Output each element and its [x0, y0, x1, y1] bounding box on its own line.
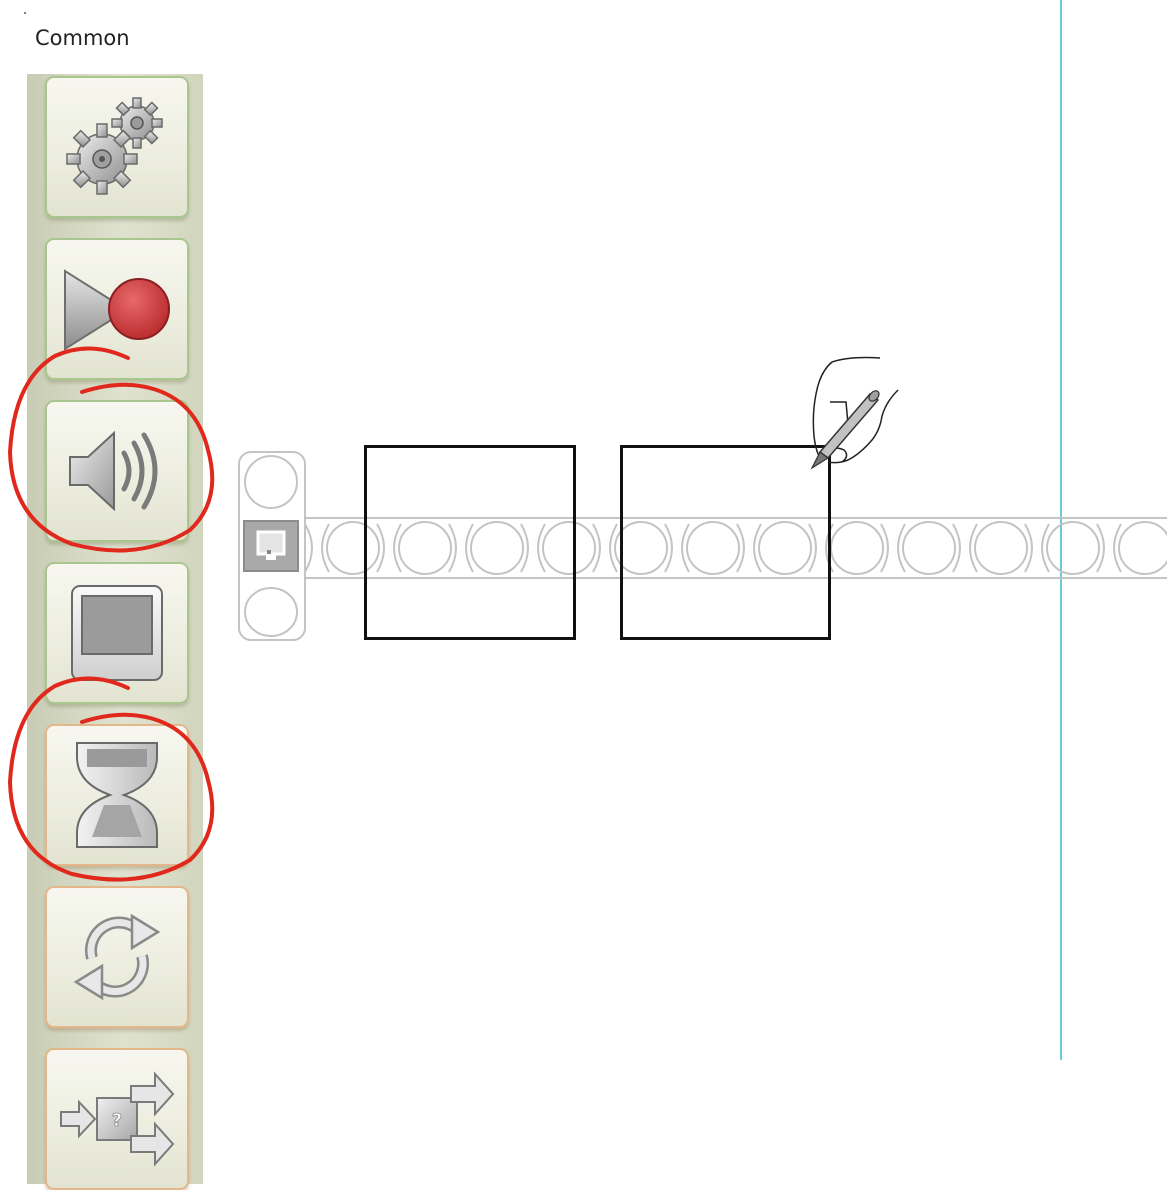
switch-icon: ?	[60, 1071, 175, 1167]
loop-arrows-icon	[73, 913, 161, 1001]
sound-block-button[interactable]	[45, 400, 189, 542]
beam-connector	[880, 523, 906, 573]
display-icon	[71, 585, 163, 681]
start-block-icon[interactable]	[243, 520, 299, 572]
empty-block-slot-1[interactable]	[364, 445, 576, 640]
wait-block-button[interactable]	[45, 724, 189, 866]
beam-connector	[592, 523, 618, 573]
beam-connector	[1024, 523, 1050, 573]
beam-hub	[974, 521, 1028, 575]
window-corner-mark	[24, 12, 26, 14]
beam-connector	[952, 523, 978, 573]
beam-hub	[1046, 521, 1100, 575]
beam-hub	[1118, 521, 1167, 575]
speaker-icon	[69, 430, 158, 512]
hourglass-icon	[76, 742, 158, 848]
palette-title: Common	[35, 26, 130, 50]
gears-icon	[66, 97, 163, 195]
record-play-icon	[64, 269, 170, 351]
move-block-button[interactable]	[45, 76, 189, 218]
svg-text:?: ?	[112, 1110, 122, 1131]
switch-block-button[interactable]: ?	[45, 1048, 189, 1190]
beam-hub	[830, 521, 884, 575]
beam-hub	[902, 521, 956, 575]
beam-connector	[304, 523, 330, 573]
loop-block-button[interactable]	[45, 886, 189, 1028]
record-play-block-button[interactable]	[45, 238, 189, 380]
beam-connector	[1096, 523, 1122, 573]
empty-block-slot-2[interactable]	[620, 445, 831, 640]
common-palette: ?	[27, 74, 203, 1190]
